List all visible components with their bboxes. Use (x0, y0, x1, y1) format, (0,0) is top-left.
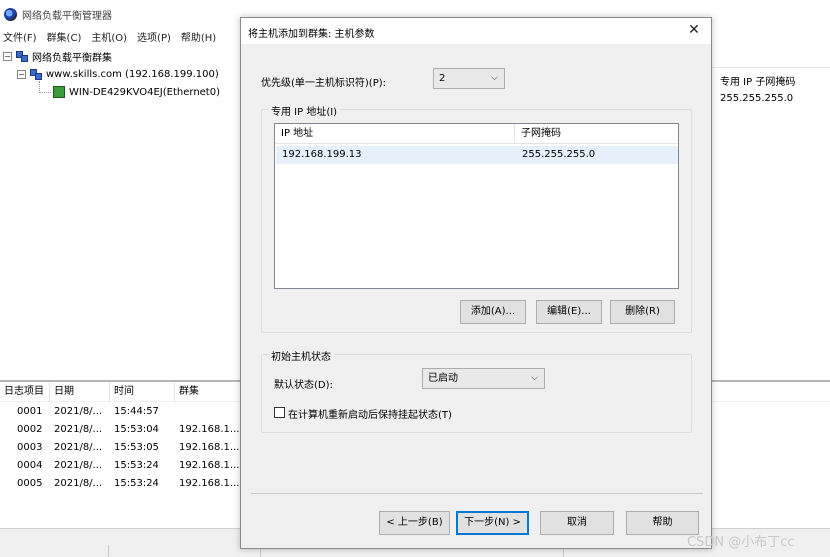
log-entry-time: 15:53:05 (114, 441, 159, 453)
cluster-tree: − 网络负载平衡群集 − www.skills.com (192.168.199… (3, 47, 239, 101)
log-entry-id: 0001 (17, 405, 43, 417)
log-entry-date: 2021/8/... (54, 477, 103, 489)
chevron-down-icon: ⌵ (491, 73, 498, 83)
tree-connector (39, 81, 51, 93)
add-ip-button[interactable]: 添加(A)... (460, 300, 526, 324)
main-window-title: 网络负载平衡管理器 (22, 10, 112, 22)
dialog-title: 将主机添加到群集: 主机参数 (248, 29, 375, 40)
ip-col-mask[interactable]: 子网掩码 (515, 124, 680, 144)
log-col-date[interactable]: 日期 (50, 381, 110, 402)
tree-host-label: WIN-DE429KVO4EJ(Ethernet0) (69, 86, 220, 98)
main-titlebar: 网络负载平衡管理器 (0, 4, 240, 24)
cancel-button[interactable]: 取消 (540, 511, 614, 535)
menu-host[interactable]: 主机(O) (91, 29, 127, 44)
log-entry-cluster: 192.168.1... (179, 459, 240, 471)
ip-address-list[interactable]: IP 地址 子网掩码 192.168.199.13 255.255.255.0 (274, 123, 679, 289)
edit-ip-button[interactable]: 编辑(E)... (536, 300, 602, 324)
default-state-label: 默认状态(D): (274, 380, 333, 391)
collapse-icon[interactable]: − (17, 69, 26, 79)
host-icon (53, 86, 65, 98)
log-entry-time: 15:53:24 (114, 477, 159, 489)
log-entry-id: 0002 (17, 423, 43, 435)
ip-list-header: IP 地址 子网掩码 (275, 124, 678, 144)
status-divider (108, 545, 109, 557)
menubar: 文件(F) 群集(C) 主机(O) 选项(P) 帮助(H) (0, 27, 226, 45)
log-entry-id: 0004 (17, 459, 43, 471)
ip-col-address[interactable]: IP 地址 (275, 124, 515, 144)
tree-root[interactable]: − 网络负载平衡群集 (3, 47, 239, 65)
column-header-dedicated-mask[interactable]: 专用 IP 子网掩码 (720, 73, 795, 88)
log-entry-date: 2021/8/... (54, 441, 103, 453)
initial-state-group: 初始主机状态 (261, 348, 692, 433)
close-icon[interactable]: ✕ (685, 21, 703, 39)
default-state-select[interactable]: 已启动 ⌵ (422, 368, 545, 389)
log-entry-cluster: 192.168.1... (179, 423, 240, 435)
host-parameters-dialog: 将主机添加到群集: 主机参数 ✕ 优先级(单一主机标识符)(P): 2 ⌵ 专用… (240, 17, 712, 549)
dedicated-mask-value: 255.255.255.0 (720, 93, 794, 104)
log-entry-time: 15:53:04 (114, 423, 159, 435)
priority-select[interactable]: 2 ⌵ (433, 68, 505, 89)
ip-mask-value: 255.255.255.0 (522, 149, 596, 160)
watermark-text: CSDN @小布丁cc (687, 535, 795, 550)
tree-host[interactable]: WIN-DE429KVO4EJ(Ethernet0) (3, 81, 239, 101)
log-col-time[interactable]: 时间 (110, 381, 175, 402)
dialog-titlebar: 将主机添加到群集: 主机参数 ✕ (241, 18, 711, 44)
ip-list-row[interactable]: 192.168.199.13 255.255.255.0 (276, 146, 678, 164)
dialog-separator (251, 493, 703, 494)
menu-cluster[interactable]: 群集(C) (47, 29, 82, 44)
tree-cluster-label: www.skills.com (192.168.199.100) (46, 68, 219, 80)
ip-address-value: 192.168.199.13 (282, 149, 362, 160)
priority-value: 2 (439, 73, 446, 84)
back-button[interactable]: < 上一步(B) (379, 511, 450, 535)
delete-ip-button[interactable]: 删除(R) (610, 300, 675, 324)
chevron-down-icon: ⌵ (531, 373, 538, 383)
log-entry-time: 15:44:57 (114, 405, 159, 417)
cluster-icon (29, 68, 42, 80)
next-button[interactable]: 下一步(N) > (456, 511, 529, 535)
persist-suspend-checkbox[interactable] (274, 407, 285, 418)
right-panel-header-bar (712, 44, 830, 68)
log-col-cluster[interactable]: 群集 (175, 381, 245, 402)
log-entry-cluster: 192.168.1... (179, 477, 240, 489)
dedicated-ip-group-title: 专用 IP 地址(I) (268, 103, 341, 118)
log-entry-id: 0005 (17, 477, 43, 489)
nlb-app-icon (4, 7, 17, 21)
tree-root-label: 网络负载平衡群集 (32, 52, 112, 64)
log-entry-cluster: 192.168.1... (179, 441, 240, 453)
menu-options[interactable]: 选项(P) (137, 29, 171, 44)
log-col-entry[interactable]: 日志项目 (0, 381, 50, 402)
nlb-clusters-icon (15, 50, 28, 62)
log-entry-date: 2021/8/... (54, 459, 103, 471)
persist-suspend-label[interactable]: 在计算机重新启动后保持挂起状态(T) (288, 406, 452, 421)
collapse-icon[interactable]: − (3, 51, 12, 61)
log-entry-time: 15:53:24 (114, 459, 159, 471)
log-entry-id: 0003 (17, 441, 43, 453)
log-entry-date: 2021/8/... (54, 405, 103, 417)
initial-state-group-title: 初始主机状态 (268, 348, 334, 363)
menu-help[interactable]: 帮助(H) (181, 29, 216, 44)
log-entry-date: 2021/8/... (54, 423, 103, 435)
priority-label: 优先级(单一主机标识符)(P): (261, 78, 387, 89)
menu-file[interactable]: 文件(F) (3, 29, 37, 44)
default-state-value: 已启动 (428, 373, 458, 384)
